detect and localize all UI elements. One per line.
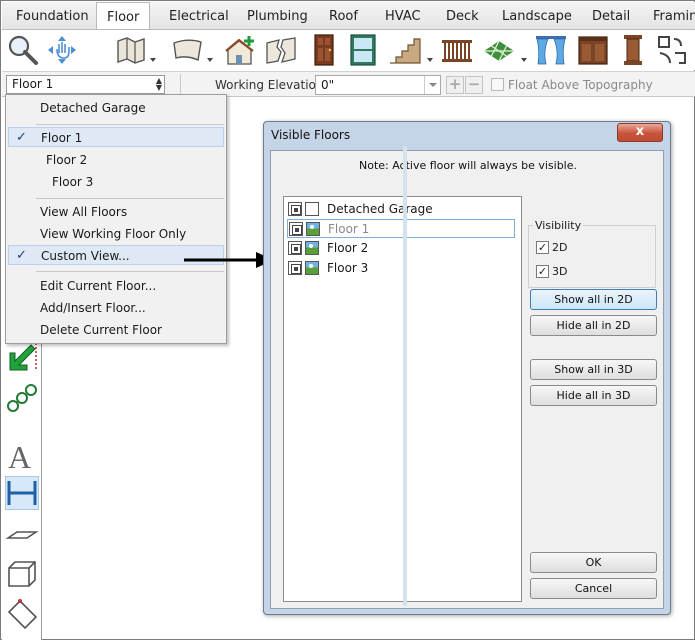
3d-view-icon[interactable]: [305, 241, 319, 255]
floor-select-value: Floor 1: [12, 77, 54, 91]
ribbon-tab-bar: Foundation Floor Electrical Plumbing Roo…: [2, 2, 695, 30]
active-floor-note: Note: Active floor will always be visibl…: [358, 159, 577, 172]
line-tool-icon[interactable]: [5, 516, 39, 550]
tab-floor[interactable]: Floor: [96, 2, 151, 29]
float-above-label: Float Above Topography: [508, 78, 653, 92]
show-all-2d-button[interactable]: Show all in 2D: [530, 289, 657, 310]
dialog-title: Visible Floors: [271, 128, 351, 142]
tab-plumbing[interactable]: Plumbing: [245, 2, 310, 29]
close-icon: x: [635, 124, 645, 139]
toolbar-separator: [180, 74, 181, 96]
plan-view-icon[interactable]: [289, 222, 303, 236]
menu-item-floor-2[interactable]: Floor 2: [8, 150, 224, 170]
menu-item-delete-current-floor[interactable]: Delete Current Floor: [8, 320, 224, 340]
working-elevation-input[interactable]: 0": [315, 75, 441, 95]
cabinet-icon[interactable]: [576, 33, 610, 67]
floor-tile-icon[interactable]: [482, 33, 516, 67]
visibility-2d-checkbox[interactable]: ✓: [536, 241, 549, 254]
floor-dropdown-menu: Detached Garage ✓ Floor 1 Floor 2 Floor …: [5, 94, 227, 344]
visibility-title: Visibility: [533, 219, 584, 232]
check-icon: ✓: [537, 265, 548, 278]
tab-roof[interactable]: Roof: [327, 2, 360, 29]
plan-view-icon[interactable]: [288, 261, 302, 275]
visibility-3d-checkbox[interactable]: ✓: [536, 265, 549, 278]
window-icon[interactable]: [346, 33, 380, 67]
chevron-down-icon[interactable]: [424, 76, 440, 94]
tab-hvac[interactable]: HVAC: [383, 2, 423, 29]
list-item[interactable]: Floor 3: [287, 259, 515, 278]
dimension-tool-icon[interactable]: [4, 475, 40, 511]
zoom-icon[interactable]: [6, 33, 40, 67]
tab-electrical[interactable]: Electrical: [167, 2, 231, 29]
show-all-3d-button[interactable]: Show all in 3D: [530, 359, 657, 380]
broken-wall-icon[interactable]: [264, 33, 298, 67]
plan-view-icon[interactable]: [288, 241, 302, 255]
menu-item-detached-garage[interactable]: Detached Garage: [8, 98, 224, 118]
tab-foundation[interactable]: Foundation: [14, 2, 91, 29]
hide-all-3d-button[interactable]: Hide all in 3D: [530, 385, 657, 406]
menu-separator: [36, 271, 224, 272]
menu-item-view-working-floor-only[interactable]: View Working Floor Only: [8, 224, 224, 244]
working-elevation-value: 0": [321, 78, 335, 92]
check-icon: ✓: [16, 130, 27, 145]
minus-button[interactable]: −: [465, 76, 483, 94]
door-icon[interactable]: [307, 33, 341, 67]
3d-view-icon[interactable]: [306, 222, 320, 236]
curved-wall-icon[interactable]: [170, 33, 204, 67]
working-elevation-label: Working Elevation:: [215, 78, 328, 92]
stairs-icon[interactable]: [388, 33, 422, 67]
box-tool-icon[interactable]: [5, 556, 39, 590]
check-icon: ✓: [537, 241, 548, 254]
menu-item-edit-current-floor[interactable]: Edit Current Floor...: [8, 276, 224, 296]
menu-item-floor-1[interactable]: ✓ Floor 1: [8, 127, 224, 147]
close-button[interactable]: x: [617, 123, 663, 142]
text-tool-icon[interactable]: A: [5, 438, 39, 475]
column-icon[interactable]: [616, 33, 650, 67]
ribbon-toolbar: [2, 30, 695, 70]
polyline-tool-icon[interactable]: [5, 596, 39, 630]
visible-floors-dialog: Visible Floors x Note: Active floor will…: [263, 121, 671, 615]
railing-icon[interactable]: [440, 33, 474, 67]
curtain-icon[interactable]: [534, 33, 568, 67]
check-icon: ✓: [16, 248, 27, 263]
chain-link-icon[interactable]: [5, 381, 39, 415]
plan-view-icon[interactable]: [288, 202, 302, 216]
floor-select[interactable]: Floor 1 ▲ ▼: [6, 75, 165, 94]
application-window: Foundation Floor Electrical Plumbing Roo…: [0, 0, 695, 640]
menu-item-add-insert-floor[interactable]: Add/Insert Floor...: [8, 298, 224, 318]
menu-item-floor-3[interactable]: Floor 3: [8, 172, 224, 192]
spin-arrows-icon: ▲ ▼: [155, 76, 162, 92]
add-floor-house-icon[interactable]: [224, 33, 258, 67]
3d-view-icon[interactable]: [305, 261, 319, 275]
visibility-group: [528, 225, 656, 288]
tab-detail[interactable]: Detail: [590, 2, 632, 29]
menu-item-view-all-floors[interactable]: View All Floors: [8, 202, 224, 222]
hide-all-2d-button[interactable]: Hide all in 2D: [530, 315, 657, 336]
tab-deck[interactable]: Deck: [444, 2, 481, 29]
plus-button[interactable]: +: [446, 76, 464, 94]
floor-plan-icon[interactable]: [114, 33, 148, 67]
list-item[interactable]: Detached Garage: [287, 200, 515, 219]
shape-icon[interactable]: [655, 33, 689, 67]
list-item[interactable]: Floor 2: [287, 239, 515, 258]
tab-framing[interactable]: Framing: [651, 2, 695, 29]
list-item[interactable]: Floor 1: [287, 219, 515, 238]
callout-arrow-icon: [184, 252, 274, 268]
visibility-2d-label: 2D: [552, 241, 568, 254]
float-above-checkbox[interactable]: [491, 78, 504, 91]
menu-separator: [36, 198, 224, 199]
3d-view-off-icon[interactable]: [305, 202, 319, 216]
ok-button[interactable]: OK: [530, 552, 657, 573]
visibility-3d-label: 3D: [552, 265, 568, 278]
cancel-button[interactable]: Cancel: [530, 578, 657, 599]
svg-text:A: A: [8, 439, 31, 472]
pan-icon[interactable]: [45, 33, 79, 67]
green-arrow-icon[interactable]: [5, 341, 39, 375]
menu-separator: [36, 124, 224, 125]
canvas-scrollbar[interactable]: [403, 146, 407, 606]
dialog-body: Note: Active floor will always be visibl…: [270, 150, 664, 609]
tab-landscape[interactable]: Landscape: [500, 2, 574, 29]
